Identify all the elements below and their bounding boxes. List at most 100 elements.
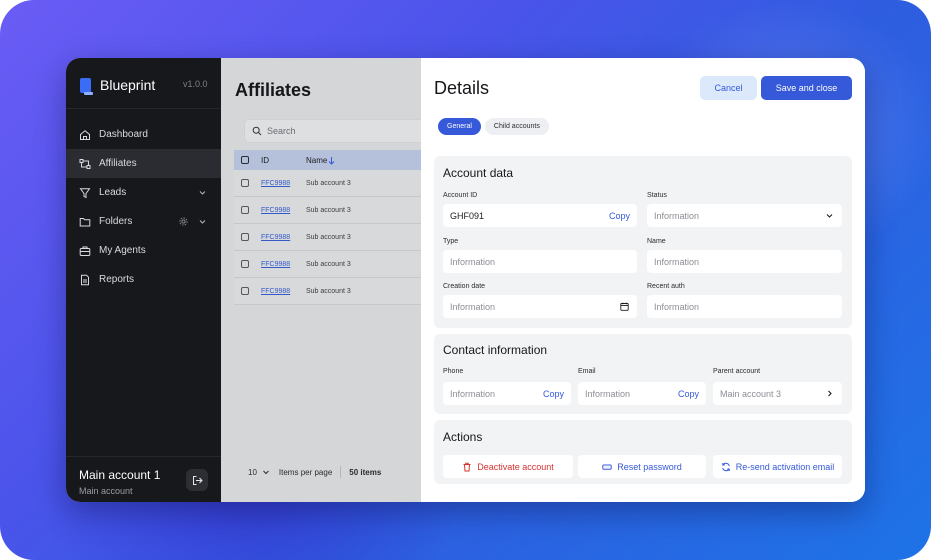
account-id-field[interactable]: GHF091 Copy xyxy=(443,204,637,227)
row-id-link[interactable]: FFC9988 xyxy=(261,234,290,241)
tab-general[interactable]: General xyxy=(438,118,481,135)
page-title: Affiliates xyxy=(235,80,312,100)
logout-button[interactable] xyxy=(186,469,208,491)
name-label: Name xyxy=(647,238,666,245)
cancel-button[interactable]: Cancel xyxy=(700,76,757,100)
section-title: Account data xyxy=(443,166,514,180)
table-row[interactable]: FFC9988 Sub account 3 xyxy=(234,170,434,197)
table-row[interactable]: FFC9988 Sub account 3 xyxy=(234,224,434,251)
sidebar-item-folders[interactable]: Folders xyxy=(66,207,221,236)
name-value: Information xyxy=(654,256,700,267)
creation-date-field[interactable]: Information xyxy=(443,295,637,318)
app-version: v1.0.0 xyxy=(183,79,208,89)
row-id-link[interactable]: FFC9988 xyxy=(261,288,290,295)
trash-icon xyxy=(463,462,471,471)
pagination-bar: 10 Items per page 50 items xyxy=(234,456,434,488)
search-icon xyxy=(252,126,262,136)
app-window: Blueprint v1.0.0 Dashboard Affiliates Le… xyxy=(66,58,865,502)
chevron-down-icon[interactable] xyxy=(198,188,207,197)
row-checkbox[interactable] xyxy=(241,206,249,214)
type-value: Information xyxy=(450,256,496,267)
sidebar-item-label: Folders xyxy=(99,216,133,227)
row-checkbox[interactable] xyxy=(241,260,249,268)
page-size-label: Items per page xyxy=(278,467,333,477)
tab-child-accounts[interactable]: Child accounts xyxy=(484,118,549,135)
table-header: ID Name xyxy=(234,150,434,170)
divider xyxy=(66,108,221,109)
sidebar-item-dashboard[interactable]: Dashboard xyxy=(66,120,221,149)
affiliates-table: ID Name FFC9988 Sub account 3 FFC9988 Su… xyxy=(234,150,434,305)
row-name-cell: Sub account 3 xyxy=(306,287,351,295)
search-input[interactable]: Search xyxy=(244,119,434,143)
copy-button[interactable]: Copy xyxy=(543,389,564,399)
row-id-link[interactable]: FFC9988 xyxy=(261,207,290,214)
refresh-icon xyxy=(721,462,730,471)
details-panel: Details Cancel Save and close General Ch… xyxy=(421,58,865,502)
reset-password-button[interactable]: Reset password xyxy=(578,455,706,478)
type-label: Type xyxy=(443,238,459,245)
sidebar-item-reports[interactable]: Reports xyxy=(66,265,221,294)
gear-icon[interactable] xyxy=(178,216,189,227)
row-id-cell: FFC9988 xyxy=(261,180,306,187)
sidebar-item-my-agents[interactable]: My Agents xyxy=(66,236,221,265)
deactivate-account-label: Deactivate account xyxy=(477,461,554,472)
row-id-cell: FFC9988 xyxy=(261,207,306,214)
recent-auth-field[interactable]: Information xyxy=(647,295,842,318)
status-label: Status xyxy=(647,192,667,199)
account-role: Main account xyxy=(79,486,133,496)
name-field[interactable]: Information xyxy=(647,250,842,273)
row-name-cell: Sub account 3 xyxy=(306,206,351,214)
parent-account-field[interactable]: Main account 3 xyxy=(713,382,842,405)
section-title: Actions xyxy=(443,430,483,444)
parent-account-label: Parent account xyxy=(713,368,761,375)
resend-activation-email-button[interactable]: Re-send activation email xyxy=(713,455,842,478)
select-all-checkbox[interactable] xyxy=(241,156,249,164)
column-header-name[interactable]: Name xyxy=(306,156,416,165)
chevron-down-icon xyxy=(263,470,269,475)
page-size-select[interactable]: 10 xyxy=(248,468,270,477)
row-id-cell: FFC9988 xyxy=(261,234,306,241)
brand[interactable]: Blueprint xyxy=(80,76,155,95)
phone-value: Information xyxy=(450,388,496,399)
row-checkbox[interactable] xyxy=(241,233,249,241)
row-id-link[interactable]: FFC9988 xyxy=(261,261,290,268)
section-title: Contact information xyxy=(443,343,548,357)
chevron-right-icon[interactable] xyxy=(825,389,834,398)
resend-activation-email-label: Re-send activation email xyxy=(735,461,835,472)
sidebar-item-label: Leads xyxy=(99,187,127,198)
phone-field[interactable]: Information Copy xyxy=(443,382,571,405)
chevron-down-icon[interactable] xyxy=(198,217,207,226)
table-row[interactable]: FFC9988 Sub account 3 xyxy=(234,278,434,305)
copy-button[interactable]: Copy xyxy=(609,211,630,221)
briefcase-icon xyxy=(79,245,91,257)
panel-title: Details xyxy=(434,78,490,98)
account-data-section: Account data Account ID GHF091 Copy Stat… xyxy=(434,156,852,328)
save-and-close-button[interactable]: Save and close xyxy=(761,76,852,100)
creation-date-label: Creation date xyxy=(443,283,486,290)
recent-auth-value: Information xyxy=(654,301,700,312)
deactivate-account-button[interactable]: Deactivate account xyxy=(443,455,573,478)
calendar-icon[interactable] xyxy=(620,302,629,311)
table-row[interactable]: FFC9988 Sub account 3 xyxy=(234,197,434,224)
status-value: Information xyxy=(654,210,700,221)
account-id-value: GHF091 xyxy=(450,210,485,221)
email-value: Information xyxy=(585,388,631,399)
account-id-label: Account ID xyxy=(443,192,478,199)
folder-icon xyxy=(79,216,91,228)
status-select[interactable]: Information xyxy=(647,204,842,227)
password-icon xyxy=(602,464,612,470)
copy-button[interactable]: Copy xyxy=(678,389,699,399)
logout-icon xyxy=(192,475,203,485)
column-header-id[interactable]: ID xyxy=(261,156,306,165)
details-tabs: General Child accounts xyxy=(438,118,553,135)
divider xyxy=(340,466,342,478)
sidebar-item-affiliates[interactable]: Affiliates xyxy=(66,149,221,178)
email-field[interactable]: Information Copy xyxy=(578,382,706,405)
sidebar-item-leads[interactable]: Leads xyxy=(66,178,221,207)
table-row[interactable]: FFC9988 Sub account 3 xyxy=(234,251,434,278)
row-id-link[interactable]: FFC9988 xyxy=(261,180,290,187)
row-checkbox[interactable] xyxy=(241,179,249,187)
type-field[interactable]: Information xyxy=(443,250,637,273)
row-checkbox[interactable] xyxy=(241,287,249,295)
filter-icon xyxy=(79,187,91,199)
